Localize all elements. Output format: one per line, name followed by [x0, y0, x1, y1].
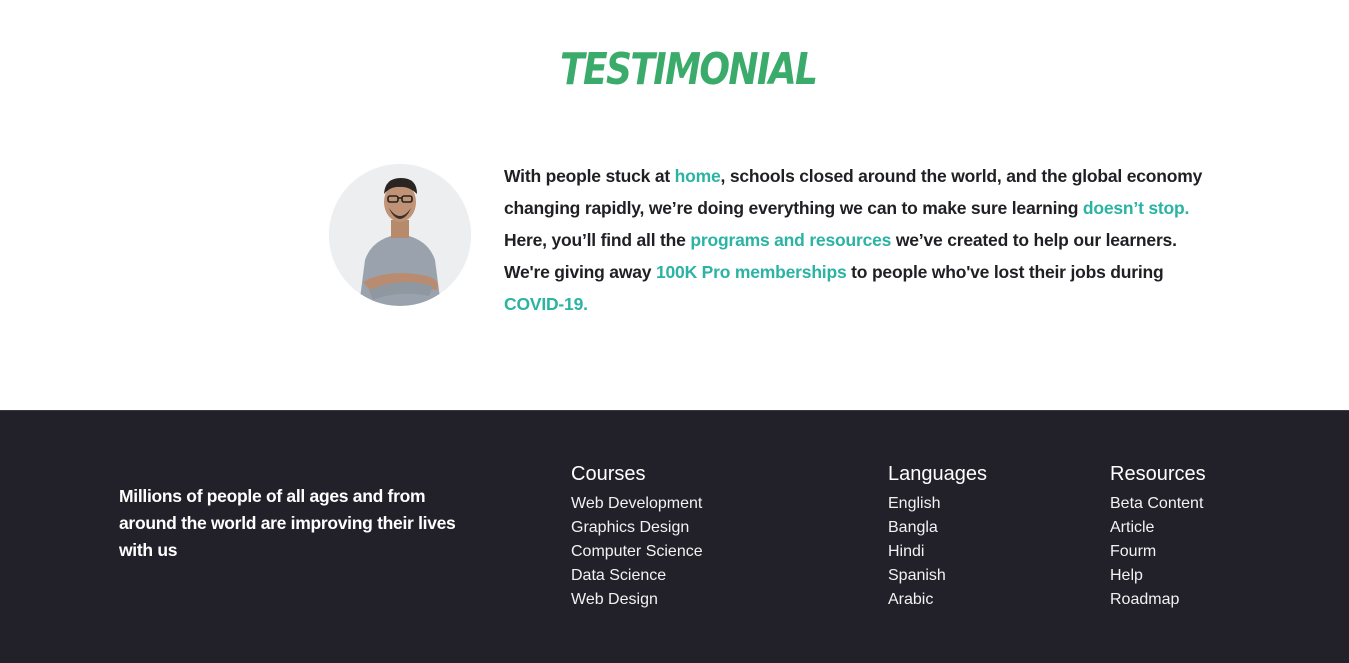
footer-link[interactable]: Web Design [571, 588, 703, 612]
footer-column-heading: Languages [888, 463, 987, 485]
quote-text: With people stuck at [504, 166, 675, 186]
quote-text: to people who've lost their jobs during [846, 262, 1164, 282]
footer-link[interactable]: Arabic [888, 588, 987, 612]
footer-column-courses: Courses Web Development Graphics Design … [571, 461, 703, 612]
footer-link[interactable]: Help [1110, 564, 1206, 588]
site-footer: Millions of people of all ages and from … [0, 410, 1349, 663]
footer-column-languages: Languages English Bangla Hindi Spanish A… [888, 461, 987, 612]
footer-column-resources: Resources Beta Content Article Fourm Hel… [1110, 461, 1206, 612]
quote-highlight-programs: programs and resources [690, 230, 892, 250]
footer-link[interactable]: Beta Content [1110, 492, 1206, 516]
footer-link[interactable]: Fourm [1110, 540, 1206, 564]
footer-column-heading: Resources [1110, 463, 1206, 485]
footer-link[interactable]: Graphics Design [571, 516, 703, 540]
footer-link[interactable]: Web Development [571, 492, 703, 516]
quote-highlight-doesnt-stop: doesn’t stop. [1082, 198, 1190, 218]
testimonial-quote: With people stuck at home, schools close… [504, 160, 1224, 320]
footer-column-heading: Courses [571, 463, 646, 485]
footer-tagline: Millions of people of all ages and from … [119, 486, 456, 560]
footer-link[interactable]: Spanish [888, 564, 987, 588]
footer-link[interactable]: Article [1110, 516, 1206, 540]
person-photo-icon [329, 164, 471, 306]
footer-link[interactable]: Computer Science [571, 540, 703, 564]
footer-link[interactable]: Roadmap [1110, 588, 1206, 612]
section-title: TESTIMONIAL [560, 44, 818, 95]
footer-link[interactable]: Hindi [888, 540, 987, 564]
quote-highlight-memberships: 100K Pro memberships [655, 262, 847, 282]
testimonial-section: TESTIMONIAL With people stuck at home, s… [0, 0, 1349, 410]
footer-link[interactable]: Bangla [888, 516, 987, 540]
footer-link[interactable]: Data Science [571, 564, 703, 588]
footer-link[interactable]: English [888, 492, 987, 516]
quote-highlight-home: home [674, 166, 721, 186]
quote-highlight-covid: COVID-19. [504, 294, 588, 314]
avatar [329, 164, 471, 306]
quote-text: Here, you’ll find all the [504, 230, 691, 250]
